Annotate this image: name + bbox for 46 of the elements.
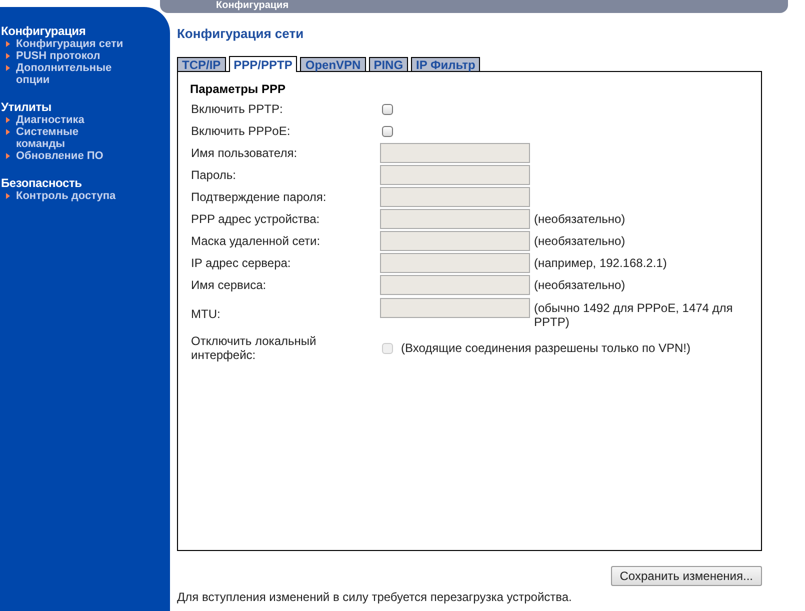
sidebar-link[interactable]: Контроль доступа bbox=[16, 190, 128, 202]
bullet-icon bbox=[6, 129, 10, 135]
sidebar-link[interactable]: Диагностика bbox=[16, 114, 128, 126]
field-label: Включить PPPoE: bbox=[190, 124, 292, 138]
tab[interactable]: OpenVPN bbox=[300, 57, 366, 71]
field-label: Подтверждение пароля: bbox=[190, 190, 328, 204]
field-note: (необязательно) bbox=[534, 278, 626, 292]
field-note: (необязательно) bbox=[534, 212, 626, 226]
sidebar-link[interactable]: PUSH протокол bbox=[16, 50, 128, 62]
field-label: MTU: bbox=[190, 307, 222, 321]
sidebar-link[interactable]: Дополнительные опции bbox=[16, 62, 128, 86]
checkbox[interactable] bbox=[382, 104, 393, 114]
footer-note: Для вступления изменений в силу требуется перезагрузка устройства. bbox=[177, 590, 572, 604]
section-title: Параметры PPP bbox=[190, 82, 286, 96]
sidebar-link[interactable]: Системные команды bbox=[16, 126, 128, 150]
field-label: Маска удаленной сети: bbox=[190, 234, 322, 248]
field-label: IP адрес сервера: bbox=[190, 256, 292, 270]
field-label: PPP адрес устройства: bbox=[190, 212, 321, 226]
sidebar-link[interactable]: Конфигурация сети bbox=[16, 38, 128, 50]
field-label: Включить PPTP: bbox=[190, 102, 284, 116]
bullet-icon bbox=[6, 65, 10, 71]
checkbox[interactable] bbox=[382, 126, 393, 136]
tab[interactable]: PPP/PPTP bbox=[228, 56, 298, 72]
page-title: Конфигурация сети bbox=[177, 26, 305, 42]
header-title: Конфигурация bbox=[216, 0, 290, 11]
bullet-icon bbox=[6, 53, 10, 59]
field-label: Имя сервиса: bbox=[190, 278, 268, 292]
bullet-icon bbox=[6, 41, 10, 47]
field-note: (Входящие соединения разрешены только по VPN!) bbox=[401, 341, 690, 355]
sidebar-section-title: Утилиты bbox=[1, 100, 52, 114]
field-note: (например, 192.168.2.1) bbox=[534, 256, 668, 270]
sidebar-section-title: Безопасность bbox=[1, 176, 83, 190]
field-label: Отключить локальный интерфейс: bbox=[190, 334, 318, 362]
field-label: Имя пользователя: bbox=[190, 146, 298, 160]
sidebar-section-title: Конфигурация bbox=[1, 24, 87, 38]
tab[interactable]: IP Фильтр bbox=[411, 57, 480, 71]
field-label: Пароль: bbox=[190, 168, 237, 182]
save-button[interactable]: Сохранить изменения... bbox=[610, 566, 762, 586]
bullet-icon bbox=[6, 153, 10, 159]
field-note: (необязательно) bbox=[534, 234, 626, 248]
bullet-icon bbox=[6, 117, 10, 123]
bullet-icon bbox=[6, 193, 10, 199]
field-note: (обычно 1492 для PPPoE, 1474 для PPTP) bbox=[534, 300, 734, 329]
tab[interactable]: TCP/IP bbox=[177, 57, 226, 71]
sidebar-link[interactable]: Обновление ПО bbox=[16, 150, 128, 162]
tab[interactable]: PING bbox=[368, 57, 408, 71]
